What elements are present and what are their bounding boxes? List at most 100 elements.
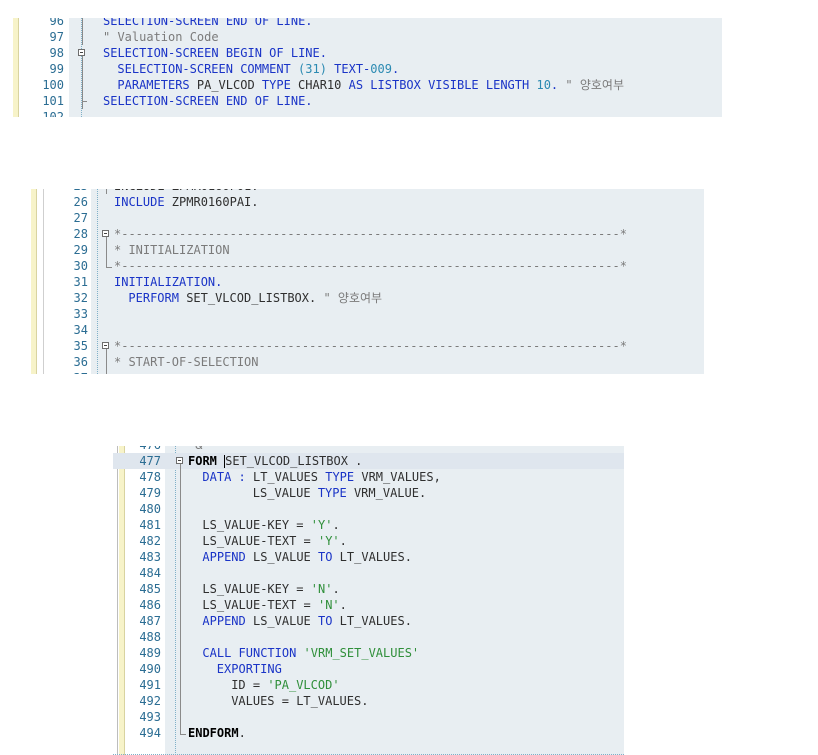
code-line[interactable]: 29 * INITIALIZATION <box>31 242 704 258</box>
fold-guide-icon <box>101 242 111 258</box>
code-token: TEXT- <box>326 62 371 76</box>
line-number: 493 <box>139 710 161 724</box>
code-token: (31) <box>298 62 327 76</box>
code-text: LS_VALUE-KEY = 'N'. <box>202 581 339 597</box>
code-line[interactable]: 480 <box>113 501 624 517</box>
code-token: INCLUDE ZPMR0160F01. <box>114 189 259 193</box>
code-line[interactable]: 494 ENDFORM. <box>113 725 624 741</box>
code-line[interactable]: 492 VALUES = LT_VALUES. <box>113 693 624 709</box>
code-line[interactable]: 488 <box>113 629 624 645</box>
code-token: LS_VALUE-TEXT = <box>202 534 318 548</box>
fold-collapse-icon[interactable] <box>101 226 111 242</box>
code-line[interactable]: 27 <box>31 210 704 226</box>
code-line[interactable]: 37 <box>31 370 704 374</box>
fold-collapse-icon[interactable] <box>175 453 185 469</box>
code-line[interactable]: 33 <box>31 306 704 322</box>
code-line[interactable]: 26 INCLUDE ZPMR0160PAI. <box>31 194 704 210</box>
code-line[interactable]: 485 LS_VALUE-KEY = 'N'. <box>113 581 624 597</box>
code-text: LS_VALUE-KEY = 'Y'. <box>202 517 339 533</box>
code-text: PARAMETERS PA_VLCOD TYPE CHAR10 AS LISTB… <box>117 77 624 93</box>
code-line[interactable]: 489 CALL FUNCTION 'VRM_SET_VALUES' <box>113 645 624 661</box>
fold-guide-icon <box>175 565 185 581</box>
line-number: 28 <box>73 227 88 241</box>
code-token: APPEND <box>202 550 253 564</box>
code-line[interactable]: 490 EXPORTING <box>113 661 624 677</box>
code-line[interactable]: 486 LS_VALUE-TEXT = 'N'. <box>113 597 624 613</box>
code-text: PERFORM SET_VLCOD_LISTBOX. " 양호여부 <box>128 290 382 306</box>
code-token: SELECTION-SCREEN END OF LINE. <box>103 94 313 108</box>
code-line[interactable]: 479 LS_VALUE TYPE VRM_VALUE. <box>113 485 624 501</box>
code-line[interactable]: 35 *-------------------------------------… <box>31 338 704 354</box>
code-line[interactable]: 96 SELECTION-SCREEN END OF LINE. <box>13 18 722 29</box>
code-line[interactable]: 493 <box>113 709 624 725</box>
code-text: ID = 'PA_VLCOD' <box>231 677 339 693</box>
code-editor-form-routine[interactable]: 476 *& 477 FORM SET_VLCOD_LISTBOX . 478 DATA … <box>113 446 624 755</box>
line-number: 98 <box>49 46 64 60</box>
code-token: AS LISTBOX VISIBLE LENGTH <box>341 78 537 92</box>
fold-guide-icon <box>175 709 185 725</box>
code-text: SELECTION-SCREEN END OF LINE. <box>103 18 313 29</box>
line-number: 37 <box>31 370 88 374</box>
code-text: LS_VALUE TYPE VRM_VALUE. <box>253 485 426 501</box>
fold-collapse-icon[interactable] <box>101 338 111 354</box>
fold-guide-icon <box>175 613 185 629</box>
code-line[interactable]: 478 DATA : LT_VALUES TYPE VRM_VALUES, <box>113 469 624 485</box>
code-text: *& <box>188 446 202 453</box>
code-line[interactable]: 31 INITIALIZATION. <box>31 274 704 290</box>
code-line[interactable]: 28 *-------------------------------------… <box>31 226 704 242</box>
line-number: 27 <box>73 211 88 225</box>
code-text: APPEND LS_VALUE TO LT_VALUES. <box>202 549 412 565</box>
code-token: 'Y' <box>310 518 333 532</box>
code-line[interactable]: 481 LS_VALUE-KEY = 'Y'. <box>113 517 624 533</box>
code-line[interactable]: 99 SELECTION-SCREEN COMMENT (31) TEXT-009… <box>13 61 722 77</box>
code-line[interactable]: 32 PERFORM SET_VLCOD_LISTBOX. " 양호여부 <box>31 290 704 306</box>
code-text: CALL FUNCTION 'VRM_SET_VALUES' <box>202 645 419 661</box>
line-number: 491 <box>139 678 161 692</box>
code-token: ENDFORM <box>188 726 239 740</box>
fold-guide-icon <box>77 61 87 77</box>
code-token: *---------------------------------------… <box>114 339 627 353</box>
line-number: 34 <box>73 323 88 337</box>
line-number: 483 <box>139 550 161 564</box>
line-number: 26 <box>73 195 88 209</box>
line-number: 480 <box>139 502 161 516</box>
line-number: 477 <box>139 454 161 468</box>
code-line[interactable]: 491 ID = 'PA_VLCOD' <box>113 677 624 693</box>
fold-guide-icon <box>175 693 185 709</box>
code-line[interactable]: 477 FORM SET_VLCOD_LISTBOX . <box>113 453 624 469</box>
code-text: INITIALIZATION. <box>114 274 222 290</box>
fold-guide-icon <box>175 517 185 533</box>
code-line[interactable]: 483 APPEND LS_VALUE TO LT_VALUES. <box>113 549 624 565</box>
code-line[interactable]: 97 " Valuation Code <box>13 29 722 45</box>
code-token: . <box>550 78 566 92</box>
code-editor-selection-screen[interactable]: 96 SELECTION-SCREEN END OF LINE. 97 " Valua… <box>13 18 722 117</box>
code-token: * START-OF-SELECTION <box>114 355 259 369</box>
code-editor-initialization[interactable]: 25INCLUDE ZPMR0160F01.26INCLUDE ZPMR0160… <box>31 189 704 374</box>
fold-collapse-icon[interactable] <box>77 45 87 61</box>
line-number: 97 <box>49 30 64 44</box>
code-token: * INITIALIZATION <box>114 243 230 257</box>
code-line[interactable]: 36 * START-OF-SELECTION <box>31 354 704 370</box>
code-token: TYPE <box>310 486 354 500</box>
code-line[interactable]: 30 *-------------------------------------… <box>31 258 704 274</box>
code-line[interactable]: 98 SELECTION-SCREEN BEGIN OF LINE. <box>13 45 722 61</box>
line-number: 492 <box>139 694 161 708</box>
code-token: APPEND <box>202 614 253 628</box>
code-token: LT_VALUES <box>252 470 318 484</box>
code-text: VALUES = LT_VALUES. <box>231 693 368 709</box>
code-token: SET_VLCOD_LISTBOX . <box>225 454 363 468</box>
code-line[interactable]: 101 SELECTION-SCREEN END OF LINE. <box>13 93 722 109</box>
code-line[interactable]: 476 *& <box>113 446 624 453</box>
code-line[interactable]: 484 <box>113 565 624 581</box>
code-token: EXPORTING <box>216 662 282 676</box>
fold-end-marker-icon <box>175 725 186 741</box>
code-line[interactable]: 482 LS_VALUE-TEXT = 'Y'. <box>113 533 624 549</box>
code-text: *---------------------------------------… <box>114 258 627 274</box>
code-token: LT_VALUES. <box>339 614 412 628</box>
code-line[interactable]: 34 <box>31 322 704 338</box>
line-number: 489 <box>139 646 161 660</box>
code-token: " Valuation Code <box>103 30 219 44</box>
code-line[interactable]: 487 APPEND LS_VALUE TO LT_VALUES. <box>113 613 624 629</box>
code-line[interactable]: 100 PARAMETERS PA_VLCOD TYPE CHAR10 AS LI… <box>13 77 722 93</box>
code-line[interactable]: 102 <box>13 109 722 117</box>
